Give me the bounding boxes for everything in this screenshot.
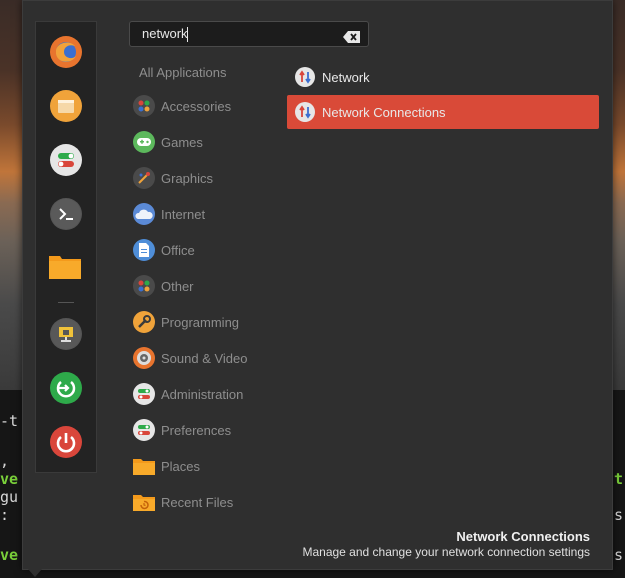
- office-icon: [133, 239, 155, 261]
- category-label: Graphics: [161, 170, 214, 186]
- terminal-line: ve: [0, 470, 19, 488]
- accessories-icon: [133, 95, 155, 117]
- search-input-value: network: [142, 26, 188, 41]
- terminal-line-right: s: [613, 546, 623, 564]
- result-network-connections[interactable]: Network Connections: [287, 95, 599, 129]
- terminal-line: gu: [0, 488, 19, 506]
- preferences-icon: [133, 419, 155, 441]
- category-label: Recent Files: [161, 494, 234, 510]
- category-programming[interactable]: Programming: [133, 310, 239, 334]
- favorites-bar: [35, 21, 97, 473]
- category-other[interactable]: Other: [133, 274, 194, 298]
- games-icon: [133, 131, 155, 153]
- sound-video-icon: [133, 347, 155, 369]
- terminal-line: ve: [0, 546, 19, 564]
- administration-icon: [133, 383, 155, 405]
- category-internet[interactable]: Internet: [133, 202, 205, 226]
- terminal-line: -t: [0, 412, 19, 430]
- clear-search-icon[interactable]: [343, 28, 360, 43]
- category-administration[interactable]: Administration: [133, 382, 243, 406]
- result-label: Network: [322, 69, 370, 85]
- category-places[interactable]: Places: [133, 454, 200, 478]
- category-label: Internet: [161, 206, 206, 222]
- category-preferences[interactable]: Preferences: [133, 418, 231, 442]
- category-label: Accessories: [161, 98, 232, 114]
- favorites-separator: [58, 302, 74, 303]
- places-icon: [133, 455, 155, 477]
- lock-screen-icon[interactable]: [50, 318, 82, 350]
- category-accessories[interactable]: Accessories: [133, 94, 231, 118]
- category-label: Administration: [161, 386, 244, 402]
- category-label: Office: [161, 242, 195, 258]
- network-connections-icon: [295, 102, 315, 122]
- category-graphics[interactable]: Graphics: [133, 166, 213, 190]
- result-label: Network Connections: [322, 104, 446, 120]
- terminal-line: :: [0, 506, 10, 524]
- category-games[interactable]: Games: [133, 130, 203, 154]
- power-icon[interactable]: [50, 426, 82, 458]
- selected-app-title: Network Connections: [456, 529, 590, 544]
- menu-pointer: [28, 569, 42, 577]
- category-sound-video[interactable]: Sound & Video: [133, 346, 248, 370]
- firefox-icon[interactable]: [50, 36, 82, 68]
- other-icon: [133, 275, 155, 297]
- settings-toggle-icon[interactable]: [50, 144, 82, 176]
- terminal-icon[interactable]: [50, 198, 82, 230]
- category-recent-files[interactable]: Recent Files: [133, 490, 233, 514]
- selected-app-description: Manage and change your network connectio…: [302, 545, 590, 559]
- text-caret: [187, 27, 188, 42]
- search-input[interactable]: network: [129, 21, 369, 47]
- application-menu: network All Applications Accessories Gam…: [22, 0, 613, 570]
- category-label: Places: [161, 458, 201, 474]
- notes-icon[interactable]: [50, 90, 82, 122]
- category-label: Programming: [161, 314, 240, 330]
- recent-files-icon: [133, 491, 155, 513]
- category-label: Preferences: [161, 422, 232, 438]
- terminal-line-right: s: [613, 506, 623, 524]
- programming-icon: [133, 311, 155, 333]
- internet-icon: [133, 203, 155, 225]
- category-label: Other: [161, 278, 194, 294]
- terminal-line: ,: [0, 452, 10, 470]
- category-office[interactable]: Office: [133, 238, 195, 262]
- result-network[interactable]: Network: [287, 60, 599, 94]
- network-icon: [295, 67, 315, 87]
- graphics-icon: [133, 167, 155, 189]
- category-label: Sound & Video: [161, 350, 248, 366]
- logout-icon[interactable]: [50, 372, 82, 404]
- category-label: Games: [161, 134, 203, 150]
- folder-icon[interactable]: [48, 252, 82, 280]
- category-all-applications[interactable]: All Applications: [139, 65, 226, 80]
- terminal-line-right: t: [613, 470, 623, 488]
